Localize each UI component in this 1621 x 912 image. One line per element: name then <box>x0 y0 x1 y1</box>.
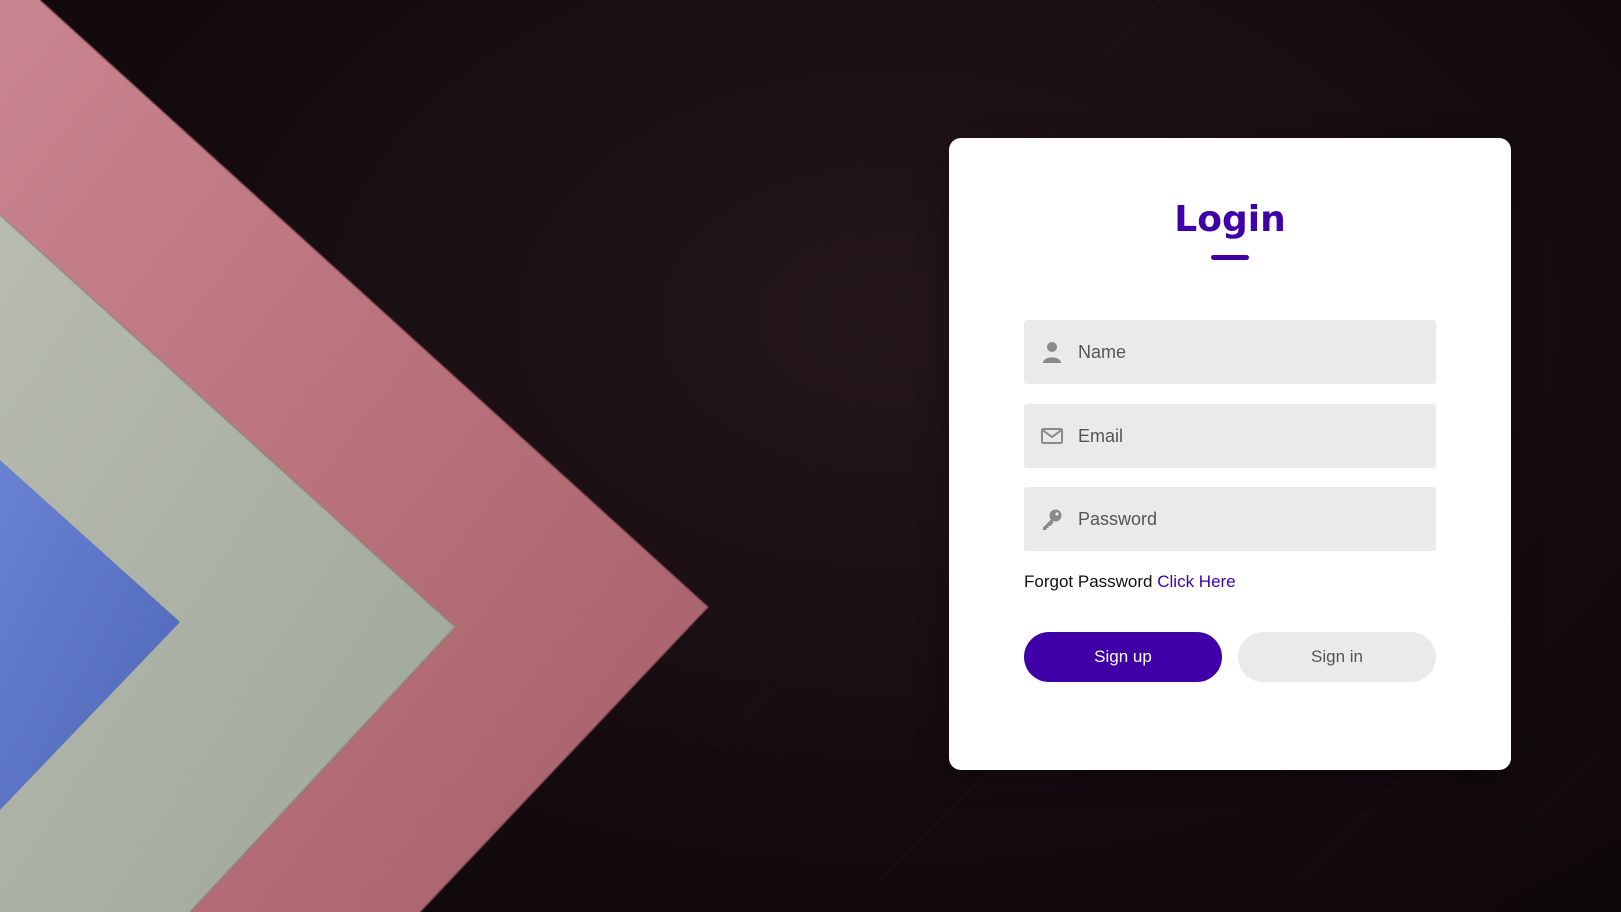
email-field[interactable] <box>1024 404 1436 468</box>
sign-up-button[interactable]: Sign up <box>1024 632 1222 682</box>
name-input[interactable] <box>1078 320 1418 384</box>
forgot-password-link[interactable]: Click Here <box>1157 572 1235 591</box>
envelope-icon <box>1040 424 1064 448</box>
sign-in-button[interactable]: Sign in <box>1238 632 1436 682</box>
key-icon <box>1040 507 1064 531</box>
user-icon <box>1040 340 1064 364</box>
name-field[interactable] <box>1024 320 1436 384</box>
password-input[interactable] <box>1078 487 1418 551</box>
password-field[interactable] <box>1024 487 1436 551</box>
page: Login Name Email Forgot Password Click H… <box>0 0 1621 912</box>
forgot-password-row: Forgot Password Click Here <box>1024 570 1236 594</box>
title-underline <box>1211 255 1249 260</box>
login-title: Login <box>1174 199 1286 240</box>
email-input[interactable] <box>1078 404 1418 468</box>
login-card: Login Name Email Forgot Password Click H… <box>949 138 1511 770</box>
forgot-password-text: Forgot Password <box>1024 572 1153 591</box>
